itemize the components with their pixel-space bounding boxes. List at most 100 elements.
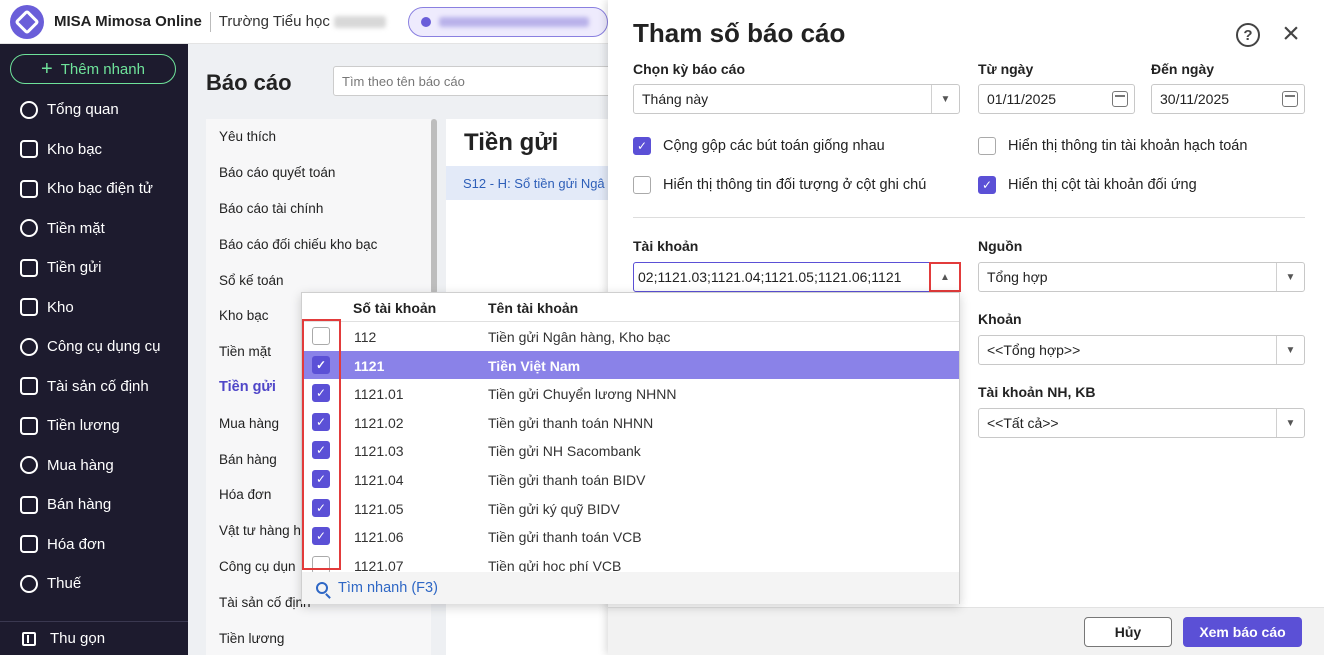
chevron-down-icon[interactable]: ▼ (1276, 263, 1304, 291)
to-date-value: 30/11/2025 (1160, 91, 1230, 107)
sidebar-item[interactable]: Tiền gửi (0, 248, 188, 288)
account-checkbox[interactable]: ✓ (312, 355, 330, 374)
chevron-down-icon[interactable]: ▼ (1276, 409, 1304, 437)
source-select[interactable]: Tổng hợp ▼ (978, 262, 1305, 292)
checkbox[interactable]: ✓ (633, 137, 651, 155)
sidebar-item[interactable]: Tài sản cố định (0, 367, 188, 407)
chevron-down-icon[interactable]: ▼ (931, 85, 959, 113)
sidebar-item[interactable]: Tổng quan (0, 90, 188, 130)
sidebar-item-label: Công cụ dụng cụ (47, 338, 161, 356)
from-date-label: Từ ngày (978, 61, 1034, 77)
view-report-button[interactable]: Xem báo cáo (1183, 617, 1302, 647)
sidebar-item[interactable]: Công cụ dụng cụ (0, 327, 188, 367)
account-row[interactable]: ✓ 1121.04 Tiền gửi thanh toán BIDV (302, 465, 959, 494)
cart-icon (20, 456, 38, 475)
khoan-label: Khoản (978, 311, 1022, 327)
account-checkbox[interactable]: ✓ (312, 527, 330, 546)
account-code: 1121.05 (354, 500, 404, 517)
checkbox-label: Hiển thị cột tài khoản đối ứng (1008, 177, 1197, 193)
checkbox[interactable]: ✓ (978, 176, 996, 194)
top-separator (209, 11, 211, 32)
section-divider (633, 217, 1305, 218)
source-label: Nguồn (978, 238, 1023, 254)
sidebar-item[interactable]: Hóa đơn (0, 525, 188, 565)
sidebar-nav: Tổng quan Kho bạc Kho bạc điện tử Tiền mặt T… (0, 90, 188, 604)
report-category-item[interactable]: Yêu thích (206, 119, 431, 155)
sidebar-item[interactable]: Kho (0, 288, 188, 328)
account-checkbox[interactable] (312, 327, 330, 345)
dialog-title: Tham số báo cáo (633, 18, 846, 48)
chevron-down-icon[interactable]: ▼ (1276, 336, 1304, 364)
fixed-asset-icon (20, 377, 38, 396)
sidebar-item-label: Tài sản cố định (47, 377, 149, 395)
account-name: Tiền gửi thanh toán BIDV (488, 472, 646, 488)
search-icon (316, 582, 328, 594)
calendar-icon[interactable] (1282, 91, 1298, 107)
sidebar-item-label: Thuế (47, 575, 82, 593)
account-checkbox[interactable]: ✓ (312, 498, 330, 517)
report-item-s12[interactable]: S12 - H: Sổ tiền gửi Ngâ (446, 166, 616, 200)
option-checkbox-row[interactable]: Hiển thị thông tin tài khoản hạch toán (978, 137, 1247, 155)
account-checkbox[interactable]: ✓ (312, 412, 330, 431)
account-code: 1121.06 (354, 529, 404, 546)
collapse-button[interactable]: Thu gọn (0, 621, 188, 655)
account-checkbox[interactable]: ✓ (312, 384, 330, 403)
cancel-button[interactable]: Hủy (1084, 617, 1172, 647)
user-name-redacted (438, 16, 589, 27)
report-category-item[interactable]: Báo cáo quyết toán (206, 155, 431, 191)
account-row[interactable]: 112 Tiền gửi Ngân hàng, Kho bạc (302, 322, 959, 351)
account-row[interactable]: ✓ 1121.01 Tiền gửi Chuyển lương NHNN (302, 379, 959, 408)
account-name: Tiền gửi Ngân hàng, Kho bạc (488, 329, 671, 345)
to-date-input[interactable]: 30/11/2025 (1151, 84, 1305, 114)
sidebar-item[interactable]: Tiền mặt (0, 209, 188, 249)
user-menu[interactable] (407, 6, 608, 37)
account-code: 112 (354, 329, 377, 345)
account-row[interactable]: ✓ 1121.02 Tiền gửi thanh toán NHNN (302, 408, 959, 437)
sidebar-item[interactable]: Tiền lương (0, 406, 188, 446)
collapse-icon (22, 631, 36, 646)
treasury-icon (20, 140, 38, 159)
sidebar-item[interactable]: Mua hàng (0, 446, 188, 486)
deposit-icon (20, 258, 38, 277)
from-date-input[interactable]: 01/11/2025 (978, 84, 1135, 114)
option-checkbox-row[interactable]: Hiển thị thông tin đối tượng ở cột ghi c… (633, 176, 926, 194)
account-row[interactable]: ✓ 1121.03 Tiền gửi NH Sacombank (302, 436, 959, 465)
checkbox-label: Hiển thị thông tin tài khoản hạch toán (1008, 138, 1248, 154)
app-logo-icon[interactable] (10, 4, 44, 39)
tax-icon (20, 574, 38, 593)
sidebar-item-label: Tổng quan (47, 101, 119, 119)
sidebar-item[interactable]: Kho bạc điện tử (0, 169, 188, 209)
report-search-input[interactable]: Tìm theo tên báo cáo (333, 66, 633, 96)
report-category-item[interactable]: Báo cáo tài chính (206, 191, 431, 227)
report-category-item[interactable]: Tiền lương (206, 620, 431, 655)
account-row[interactable]: ✓ 1121.05 Tiền gửi ký quỹ BIDV (302, 494, 959, 523)
checkbox[interactable] (978, 137, 996, 155)
calendar-icon[interactable] (1112, 91, 1128, 107)
column-header-name: Tên tài khoản (488, 300, 579, 316)
bank-account-select[interactable]: <<Tất cả>> ▼ (978, 408, 1305, 438)
account-row[interactable]: ✓ 1121 Tiền Việt Nam (302, 350, 959, 380)
from-date-value: 01/11/2025 (987, 91, 1057, 107)
option-checkbox-row[interactable]: ✓ Cộng gộp các bút toán giống nhau (633, 137, 885, 155)
school-name[interactable]: Trường Tiểu học (219, 13, 330, 30)
period-select[interactable]: Tháng này ▼ (633, 84, 960, 114)
category-scrollbar[interactable] (431, 119, 437, 294)
sidebar-item[interactable]: Bán hàng (0, 485, 188, 525)
quick-add-button[interactable]: + Thêm nhanh (10, 54, 176, 84)
account-name: Tiền gửi thanh toán VCB (488, 529, 642, 546)
close-icon[interactable]: × (1278, 19, 1304, 49)
sidebar-item[interactable]: Kho bạc (0, 130, 188, 170)
account-name: Tiền gửi ký quỹ BIDV (488, 500, 620, 517)
option-checkbox-row[interactable]: ✓ Hiển thị cột tài khoản đối ứng (978, 176, 1197, 194)
quick-find-button[interactable]: Tìm nhanh (F3) (302, 572, 959, 604)
chevron-up-icon[interactable]: ▲ (929, 262, 961, 292)
account-checkbox[interactable]: ✓ (312, 470, 330, 488)
account-input[interactable]: 02;1121.03;1121.04;1121.05;1121.06;1121 (633, 262, 960, 292)
sidebar-item[interactable]: Thuế (0, 564, 188, 604)
report-category-item[interactable]: Báo cáo đối chiếu kho bạc (206, 226, 431, 262)
account-checkbox[interactable]: ✓ (312, 441, 330, 460)
khoan-select[interactable]: <<Tổng hợp>> ▼ (978, 335, 1305, 365)
help-icon[interactable]: ? (1236, 23, 1260, 47)
account-row[interactable]: ✓ 1121.06 Tiền gửi thanh toán VCB (302, 522, 959, 551)
checkbox[interactable] (633, 176, 651, 194)
